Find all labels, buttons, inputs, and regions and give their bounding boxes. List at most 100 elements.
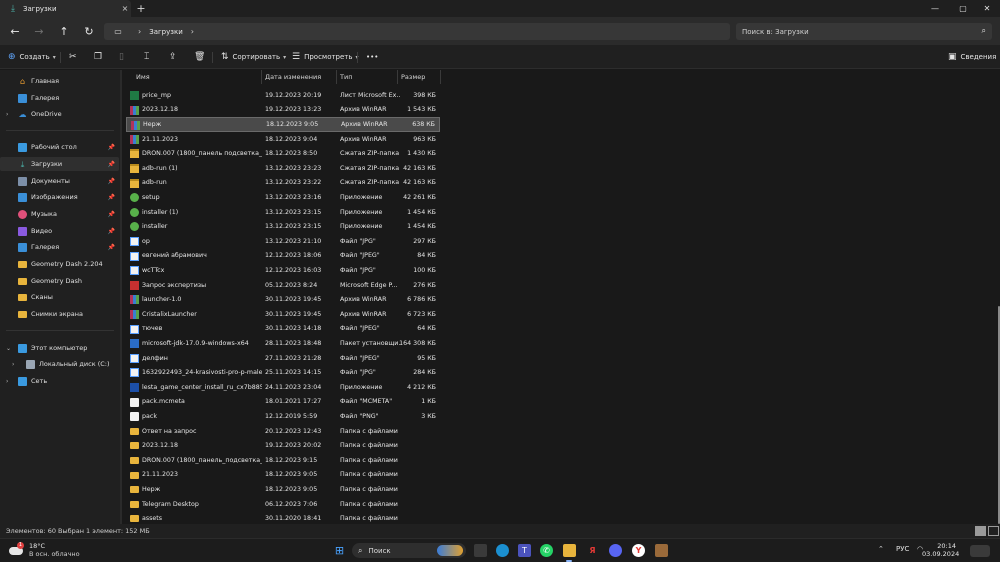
file-row[interactable]: adb-run 13.12.2023 23:22 Сжатая ZIP-папка 4…: [126, 176, 440, 191]
copy-button[interactable]: ❐: [94, 51, 106, 63]
file-row[interactable]: price_mp 19.12.2023 20:19 Лист Microsoft E…: [126, 88, 440, 103]
file-row[interactable]: 2023.12.18 19.12.2023 20:02 Папка с файлам…: [126, 438, 440, 453]
sidebar-item-music[interactable]: Музыка 📌: [0, 207, 119, 221]
file-row[interactable]: евгений абрамович 12.12.2023 18:06 Файл "J…: [126, 249, 440, 264]
file-row[interactable]: microsoft-jdk-17.0.9-windows-x64 28.11.20…: [126, 336, 440, 351]
edge-icon[interactable]: [496, 544, 509, 557]
minecraft-icon[interactable]: [655, 544, 668, 557]
sidebar-item-downloads[interactable]: ⤓ Загрузки 📌: [0, 157, 119, 171]
file-row[interactable]: Нерж 18.12.2023 9:05 Папка с файлами: [126, 482, 440, 497]
column-divider[interactable]: [440, 70, 441, 84]
file-row[interactable]: Запрос экспертизы 05.12.2023 8:24 Microsof…: [126, 278, 440, 293]
file-row[interactable]: installer 13.12.2023 23:15 Приложение 1 454…: [126, 219, 440, 234]
search-input[interactable]: Поиск в: Загрузки ⌕: [736, 23, 992, 40]
file-row[interactable]: DRON.007 (1800_панель подсветка_с_н...18…: [126, 146, 440, 161]
file-row[interactable]: Telegram Desktop 06.12.2023 7:06 Папка с ф…: [126, 497, 440, 512]
column-date[interactable]: Дата изменения: [265, 73, 321, 81]
close-window-button[interactable]: ✕: [974, 0, 1000, 17]
refresh-button[interactable]: ↻: [80, 23, 98, 39]
file-row[interactable]: launcher-1.0 30.11.2023 19:45 Архив WinRAR…: [126, 292, 440, 307]
sidebar-item-network[interactable]: › Сеть: [0, 374, 119, 388]
sidebar-item-local-disk[interactable]: › Локальный диск (C:): [0, 357, 119, 371]
clock[interactable]: 20:14 03.09.2024: [922, 542, 959, 558]
column-size[interactable]: Размер: [401, 73, 425, 81]
maximize-button[interactable]: ▢: [950, 0, 976, 17]
column-name[interactable]: Имя: [136, 73, 150, 81]
sidebar-item-onedrive[interactable]: › ☁ OneDrive: [0, 107, 119, 121]
chevron-right-icon[interactable]: ›: [6, 378, 8, 385]
sidebar-item-gallery[interactable]: Галерея: [0, 91, 119, 105]
file-row[interactable]: setup 13.12.2023 23:16 Приложение 42 261 КБ: [126, 190, 440, 205]
sidebar-item-geometry-dash[interactable]: Geometry Dash: [0, 274, 119, 288]
sidebar-item-this-pc[interactable]: ⌄ Этот компьютер: [0, 341, 119, 355]
paste-button[interactable]: ▯: [119, 51, 128, 63]
up-button[interactable]: ↑: [55, 23, 73, 39]
file-row[interactable]: 21.11.2023 18.12.2023 9:05 Папка с файлами: [126, 468, 440, 483]
view-button[interactable]: ☰ Просмотреть ▾: [292, 51, 359, 63]
rename-button[interactable]: ⌶: [144, 51, 153, 63]
chevron-right-icon[interactable]: ›: [6, 111, 8, 118]
file-row[interactable]: DRON.007 (1800_панель_подсветка_с_н...18…: [126, 453, 440, 468]
chevron-right-icon[interactable]: ›: [12, 361, 14, 368]
file-row[interactable]: wcTTcx 12.12.2023 16:03 Файл "JPG" 100 КБ: [126, 263, 440, 278]
sidebar-item-scans[interactable]: Сканы: [0, 290, 119, 304]
show-hidden-icons[interactable]: ⌃: [878, 545, 884, 553]
file-row[interactable]: adb-run (1) 13.12.2023 23:23 Сжатая ZIP-па…: [126, 161, 440, 176]
file-row[interactable]: pack.mcmeta 18.01.2021 17:27 Файл "MCMETA"…: [126, 395, 440, 410]
file-row[interactable]: 1632922493_24-krasivosti-pro-p-malenki..…: [126, 365, 440, 380]
details-view-button[interactable]: [975, 526, 986, 536]
taskbar-search[interactable]: ⌕ Поиск: [352, 543, 466, 558]
new-button[interactable]: ⊕ Создать ▾: [8, 51, 56, 63]
new-tab-button[interactable]: +: [134, 2, 148, 15]
tiles-view-button[interactable]: [988, 526, 999, 536]
file-row[interactable]: installer (1) 13.12.2023 23:15 Приложение 1…: [126, 205, 440, 220]
file-row[interactable]: тючев 30.11.2023 14:18 Файл "JPEG" 64 КБ: [126, 322, 440, 337]
teams-icon[interactable]: T: [518, 544, 531, 557]
minimize-button[interactable]: —: [922, 0, 948, 17]
breadcrumb-downloads[interactable]: Загрузки: [149, 28, 183, 36]
sort-button[interactable]: ⇅ Сортировать ▾: [221, 51, 286, 63]
cut-button[interactable]: ✂: [69, 51, 81, 63]
file-row[interactable]: 2023.12.18 19.12.2023 13:23 Архив WinRAR 1 …: [126, 103, 440, 118]
share-button[interactable]: ⇪: [169, 51, 181, 63]
file-row[interactable]: lesta_game_center_install_ru_cx7b885jtqe…: [126, 380, 440, 395]
file-explorer-icon[interactable]: [563, 544, 576, 557]
discord-icon[interactable]: [609, 544, 622, 557]
start-button[interactable]: ⊞: [333, 544, 346, 557]
sidebar-item-screenshots[interactable]: Снимки экрана: [0, 307, 119, 321]
column-divider[interactable]: [336, 70, 337, 84]
yandex-icon[interactable]: Y: [632, 544, 645, 557]
file-row[interactable]: CristalixLauncher 30.11.2023 19:45 Архив W…: [126, 307, 440, 322]
chevron-down-icon[interactable]: ⌄: [6, 345, 11, 352]
sidebar-item-documents[interactable]: Документы 📌: [0, 174, 119, 188]
whatsapp-icon[interactable]: ✆: [540, 544, 553, 557]
sidebar-item-desktop[interactable]: Рабочий стол 📌: [0, 140, 119, 154]
task-view-icon[interactable]: [474, 544, 487, 557]
file-row[interactable]: Ответ на запрос 20.12.2023 12:43 Папка с ф…: [126, 424, 440, 439]
column-type[interactable]: Тип: [340, 73, 352, 81]
column-divider[interactable]: [261, 70, 262, 84]
details-pane-button[interactable]: ▣ Сведения: [948, 51, 996, 63]
address-bar[interactable]: ▭ › Загрузки ›: [104, 23, 730, 40]
sidebar-item-videos[interactable]: Видео 📌: [0, 224, 119, 238]
forward-button[interactable]: →: [30, 23, 48, 39]
sidebar-item-pictures[interactable]: Изображения 📌: [0, 190, 119, 204]
file-row[interactable]: op 13.12.2023 21:10 Файл "JPG" 297 КБ: [126, 234, 440, 249]
delete-button[interactable]: 🗑: [194, 51, 209, 63]
file-row[interactable]: 21.11.2023 18.12.2023 9:04 Архив WinRAR 963…: [126, 132, 440, 147]
yandex-browser-icon[interactable]: Я: [586, 544, 599, 557]
file-row[interactable]: pack 12.12.2019 5:59 Файл "PNG" 3 КБ: [126, 409, 440, 424]
more-options-button[interactable]: •••: [366, 51, 378, 63]
tab-downloads[interactable]: ⤓ Загрузки ×: [0, 0, 131, 17]
notification-icon[interactable]: [970, 545, 990, 557]
tab-close-button[interactable]: ×: [119, 4, 131, 13]
sidebar-item-gallery-2[interactable]: Галерея 📌: [0, 240, 119, 254]
file-row[interactable]: делфин 27.11.2023 21:28 Файл "JPEG" 95 КБ: [126, 351, 440, 366]
file-row[interactable]: Нерж 18.12.2023 9:05 Архив WinRAR 638 КБ: [126, 117, 440, 132]
sidebar-item-geometry-dash-2204[interactable]: Geometry Dash 2.204: [0, 257, 119, 271]
language-indicator[interactable]: РУС: [896, 545, 909, 553]
sidebar-item-home[interactable]: ⌂ Главная: [0, 74, 119, 88]
weather-widget[interactable]: 1 18°C В осн. облачно: [8, 542, 80, 558]
column-divider[interactable]: [397, 70, 398, 84]
back-button[interactable]: ←: [6, 23, 24, 39]
